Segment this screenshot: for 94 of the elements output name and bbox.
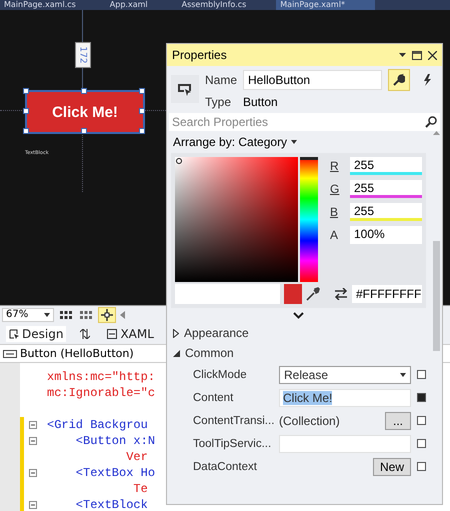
property-field[interactable]: Click Me!	[279, 388, 411, 406]
left-arrow-icon	[120, 310, 125, 318]
channel-field[interactable]: 255	[350, 180, 422, 198]
property-marker[interactable]	[417, 370, 426, 379]
chevron-down-icon	[293, 312, 304, 319]
dimension-label: 172	[75, 42, 91, 68]
view-tab[interactable]: XAML	[104, 326, 157, 342]
designer-button[interactable]: Click Me!	[25, 90, 145, 134]
property-marker[interactable]	[417, 393, 426, 402]
category-header[interactable]: Common	[185, 346, 234, 360]
caret-icon	[400, 372, 406, 376]
code-line: Ver	[125, 450, 148, 464]
code-line: mc:Ignorable="c	[47, 386, 156, 400]
resize-handle[interactable]	[139, 108, 145, 114]
wrench-icon	[393, 74, 405, 86]
document-tab[interactable]: MainPage.xaml*	[276, 0, 375, 10]
ellipsis-button[interactable]: ...	[385, 412, 411, 430]
property-name: ClickMode	[193, 368, 248, 380]
caret-icon	[44, 312, 50, 316]
view-tab[interactable]: Design	[6, 326, 66, 342]
property-marker[interactable]	[417, 439, 426, 448]
caret-icon	[291, 140, 298, 144]
property-dropdown[interactable]: Release	[279, 366, 411, 384]
resize-handle[interactable]	[81, 128, 87, 134]
channel-field[interactable]: 255	[350, 203, 422, 221]
up-arrow-icon	[432, 131, 440, 135]
eyedropper-icon	[306, 287, 320, 301]
maximize-icon	[412, 50, 422, 60]
expanded-icon[interactable]	[173, 350, 180, 356]
category-header[interactable]: Appearance	[184, 326, 249, 340]
search-icon	[425, 116, 437, 128]
zoom-dropdown[interactable]: 67%	[2, 308, 54, 322]
property-name: ToolTipServic...	[193, 438, 272, 450]
search-field[interactable]: Search Properties	[169, 113, 440, 131]
snap-lines-toggle[interactable]	[98, 306, 116, 322]
fold-icon	[28, 421, 36, 429]
color-swatch	[284, 284, 302, 304]
channel-label: R	[330, 159, 340, 173]
button-icon	[3, 350, 17, 358]
resize-handle[interactable]	[23, 88, 29, 94]
document-tab[interactable]: App.xaml	[106, 0, 178, 10]
scrollbar-thumb[interactable]	[432, 241, 440, 351]
code-line: xmlns:mc="http:	[47, 370, 156, 384]
property-name: DataContext	[193, 460, 258, 472]
breadcrumb[interactable]: Button (HelloButton)	[20, 347, 134, 360]
arrange-by-dropdown[interactable]: Arrange by: Category	[173, 135, 288, 149]
channel-label: A	[330, 228, 340, 242]
properties-tab[interactable]	[388, 69, 410, 91]
hue-slider-thumb[interactable]	[300, 157, 318, 160]
swap-icon	[334, 288, 348, 300]
lightning-icon	[423, 74, 431, 86]
button-cursor-icon	[178, 82, 192, 96]
new-button[interactable]: New	[372, 458, 411, 476]
code-line: <Grid Backgrou	[47, 418, 148, 432]
channel-field[interactable]: 100%	[350, 226, 422, 244]
property-marker[interactable]	[417, 462, 426, 471]
resize-handle[interactable]	[81, 88, 87, 94]
caret-icon	[399, 53, 406, 57]
channel-label: G	[330, 182, 340, 196]
grid-icon	[80, 310, 92, 318]
fold-icon	[28, 469, 36, 477]
grid-icon	[60, 310, 72, 318]
code-line: <Button x:N	[74, 434, 156, 448]
collapsed-icon[interactable]	[173, 328, 179, 338]
close-icon	[428, 50, 437, 60]
code-line: <TextBox Ho	[74, 466, 156, 480]
code-line: <TextBlock	[74, 498, 148, 511]
code-line: Te	[132, 482, 148, 496]
channel-label: B	[330, 205, 340, 219]
hex-field[interactable]: #FFFFFFFF	[352, 285, 422, 303]
document-tab[interactable]: MainPage.xaml.cs	[0, 0, 106, 10]
swap-icon	[80, 328, 90, 338]
fold-icon	[28, 437, 36, 445]
property-name: Content	[193, 392, 234, 404]
property-value: (Collection)	[279, 414, 341, 428]
panel-title: Properties	[172, 48, 228, 62]
document-tab[interactable]: AssemblyInfo.cs	[178, 0, 276, 10]
property-marker[interactable]	[417, 416, 426, 425]
resize-handle[interactable]	[139, 88, 145, 94]
resize-handle[interactable]	[23, 108, 29, 114]
property-field[interactable]	[279, 434, 411, 452]
type-value: Button	[243, 95, 278, 109]
design-icon	[9, 328, 19, 338]
channel-field[interactable]: 255	[350, 157, 422, 175]
color-gradient[interactable]	[175, 157, 298, 282]
property-name: ContentTransi...	[193, 414, 275, 426]
hue-slider[interactable]	[300, 157, 318, 282]
type-label: Type	[205, 95, 232, 109]
resize-handle[interactable]	[23, 128, 29, 134]
name-label: Name	[205, 73, 237, 87]
resize-handle[interactable]	[139, 128, 145, 134]
name-field[interactable]: HelloButton	[243, 70, 382, 90]
xaml-icon	[107, 328, 118, 338]
crosshair-icon	[101, 308, 113, 320]
